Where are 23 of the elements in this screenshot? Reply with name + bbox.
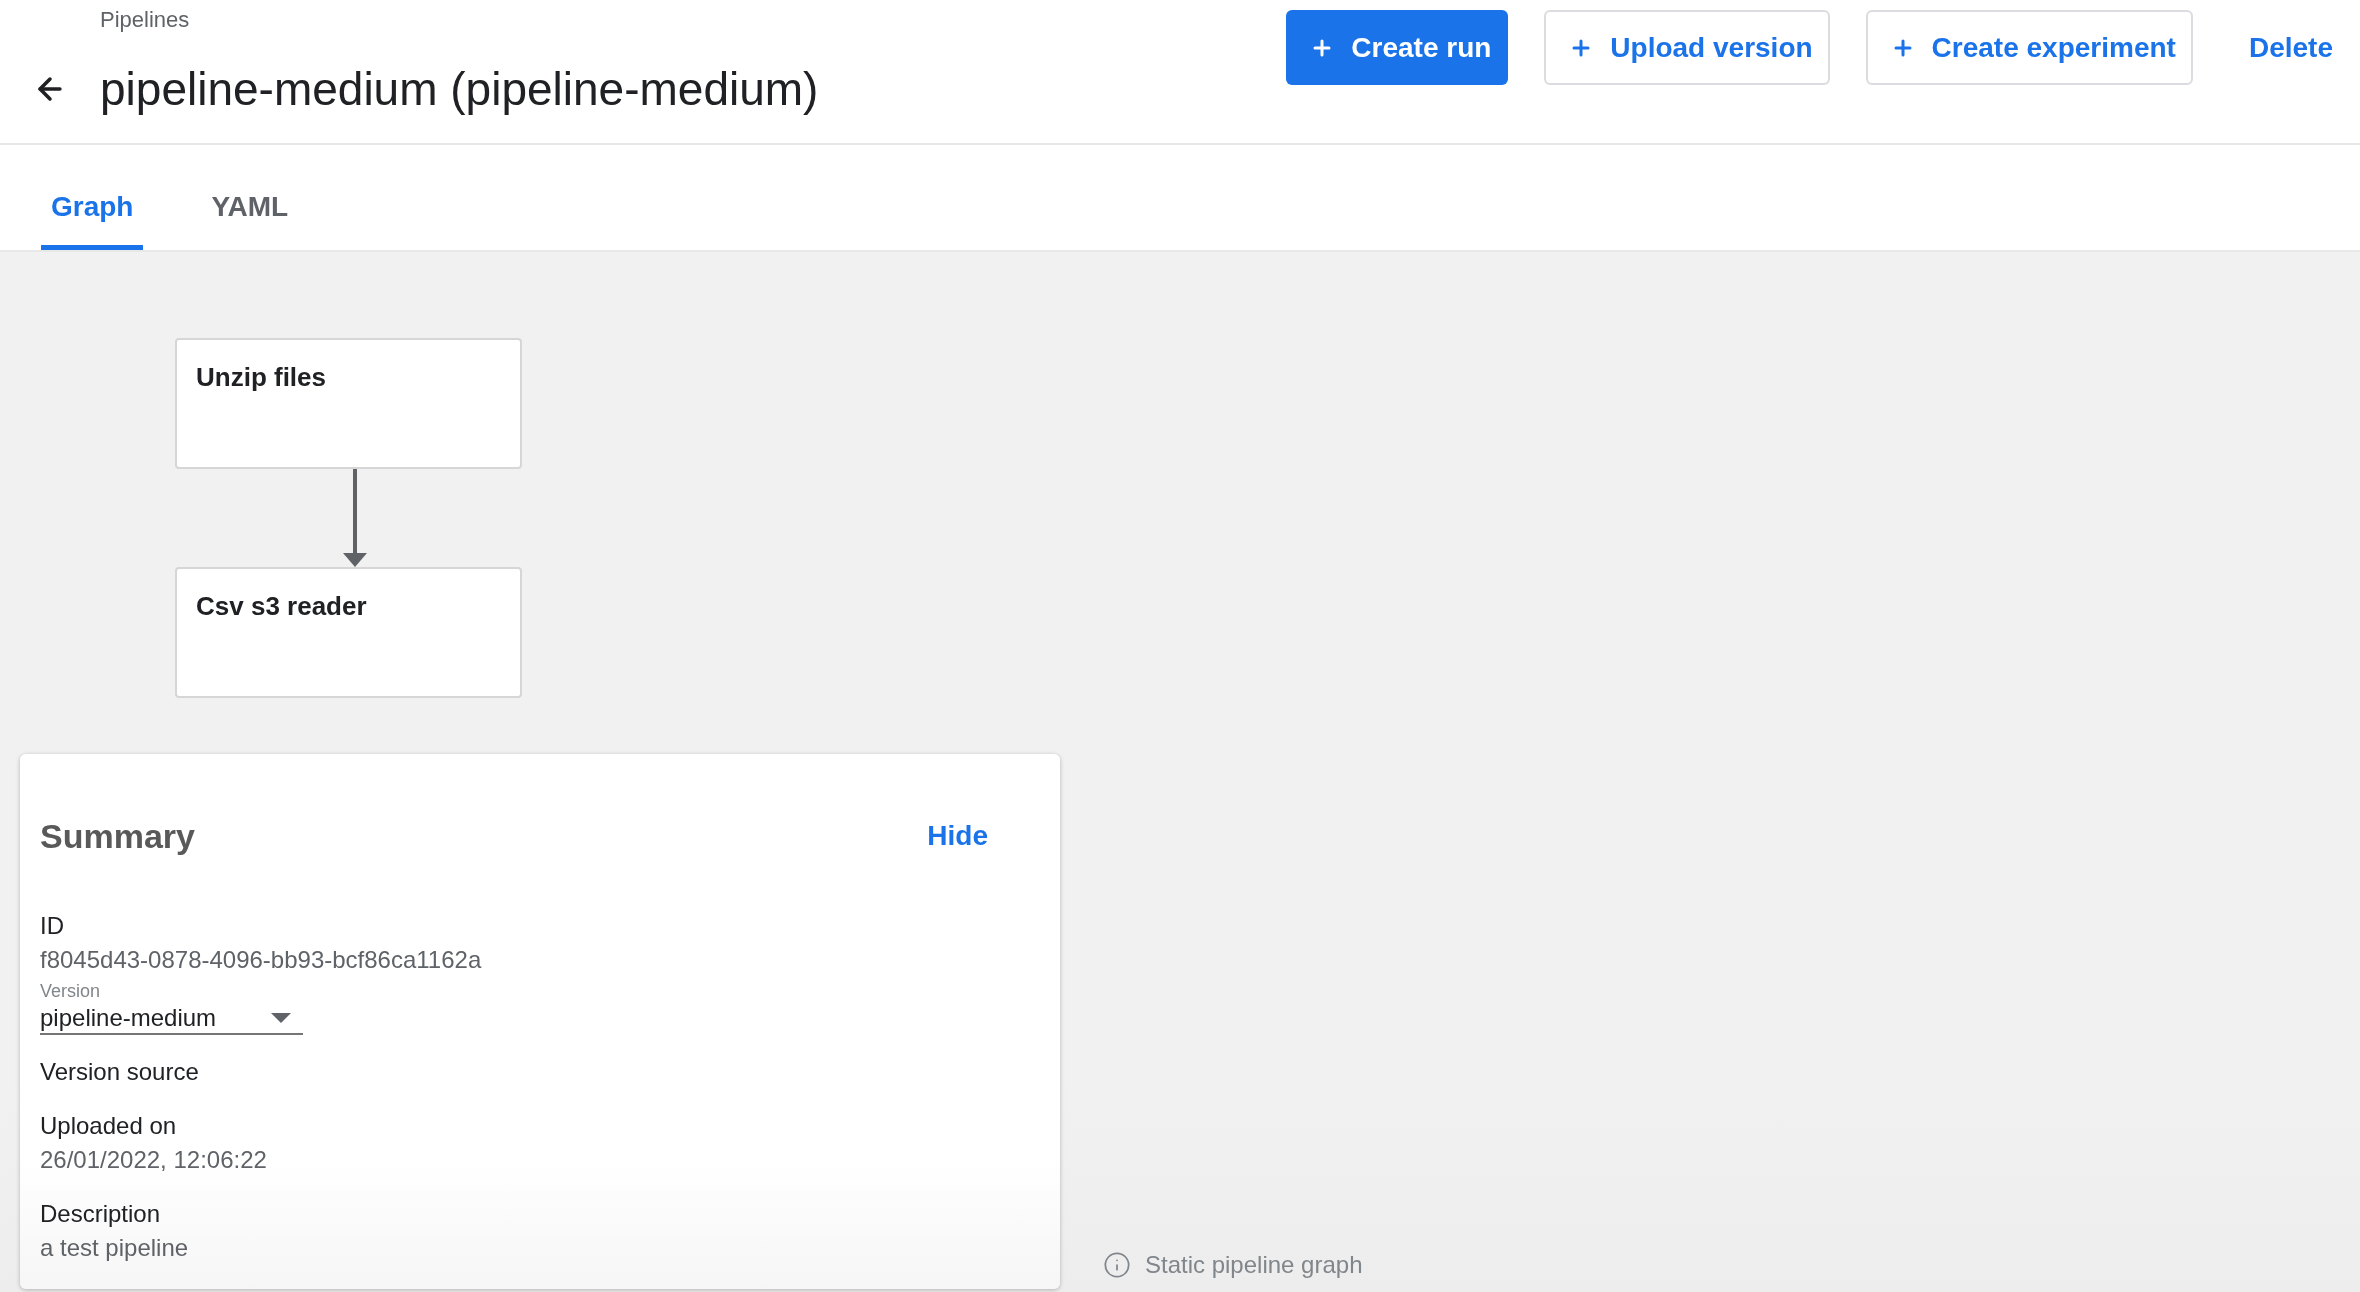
field-label: Description <box>40 1199 161 1229</box>
hide-button[interactable]: Hide <box>915 815 1000 857</box>
tab[interactable]: YAML <box>201 183 299 250</box>
field-label: Uploaded on <box>40 1111 177 1141</box>
action-button[interactable]: Create experiment <box>1865 10 2193 85</box>
pipeline-node[interactable]: Csv s3 reader <box>175 567 522 698</box>
caret-icon <box>271 1013 291 1023</box>
page-title: pipeline-medium (pipeline-medium) <box>100 62 819 117</box>
field-value: a test pipeline <box>40 1233 189 1263</box>
pipeline-node[interactable]: Unzip files <box>175 338 522 469</box>
breadcrumb-link[interactable]: Pipelines <box>100 6 190 34</box>
info-icon <box>1103 1251 1131 1279</box>
action-button[interactable]: Delete <box>2228 10 2353 85</box>
field-caption: Version <box>40 980 101 1003</box>
field-value: 26/01/2022, 12:06:22 <box>40 1145 267 1175</box>
field-value: f8045d43-0878-4096-bb93-bcf86ca1162a <box>40 945 482 975</box>
action-button[interactable]: Create run <box>1286 10 1509 85</box>
field-label: ID <box>40 911 64 941</box>
summary-title: Summary <box>40 816 195 857</box>
field-label: Version source <box>40 1057 199 1087</box>
graph-caption: Static pipeline graph <box>1145 1250 1363 1280</box>
action-button[interactable]: Upload version <box>1544 10 1830 85</box>
version-select[interactable]: pipeline-medium <box>40 1003 303 1035</box>
